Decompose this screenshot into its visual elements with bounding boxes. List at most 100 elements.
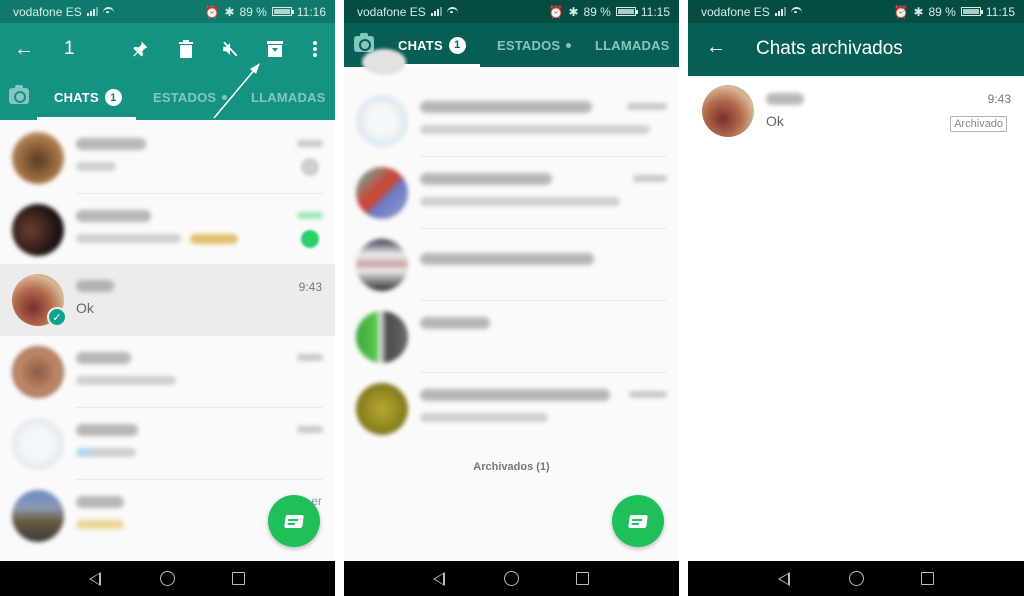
avatar-partial — [362, 49, 406, 75]
tab-estados[interactable]: ESTADOS — [153, 75, 228, 120]
chat-preview-blurred — [76, 162, 116, 171]
pin-icon[interactable] — [128, 37, 152, 61]
chat-row[interactable] — [344, 157, 679, 229]
chat-name-blurred — [420, 389, 610, 401]
chat-preview: Ok — [766, 113, 784, 129]
page-title: Chats archivados — [756, 38, 903, 59]
avatar — [12, 346, 64, 398]
chat-time-blurred — [297, 354, 323, 361]
back-icon[interactable]: ← — [706, 36, 726, 59]
chat-preview-blurred — [420, 413, 548, 422]
carrier-label: vodafone ES — [357, 4, 426, 19]
alarm-icon: ⏰ — [204, 4, 220, 19]
signal-icon — [86, 7, 98, 16]
battery-percent: 89 % — [928, 4, 956, 19]
chat-icon — [628, 514, 648, 528]
chat-name-blurred — [420, 101, 592, 113]
chat-time-blurred — [297, 140, 323, 147]
chat-time-blurred — [629, 391, 667, 398]
nav-back-icon[interactable] — [778, 572, 790, 586]
nav-recents-icon[interactable] — [232, 572, 245, 585]
clock: 11:15 — [985, 4, 1015, 19]
chat-row[interactable] — [344, 85, 679, 157]
tab-llamadas[interactable]: LLAMADAS — [595, 23, 670, 67]
chat-row[interactable] — [344, 373, 679, 445]
delete-icon[interactable] — [174, 37, 198, 61]
back-icon[interactable]: ← — [14, 38, 34, 61]
chat-time-blurred — [297, 212, 323, 219]
camera-icon[interactable] — [9, 85, 29, 104]
chat-time-blurred — [627, 103, 667, 110]
status-bar: vodafone ES ⏰ ✱ 89 % 11:15 — [688, 0, 1024, 23]
battery-percent: 89 % — [239, 4, 267, 19]
chat-list: ✓ 9:43 Ok er — [0, 120, 335, 561]
nav-home-icon[interactable] — [160, 571, 175, 586]
carrier-label: vodafone ES — [701, 4, 770, 19]
chat-preview-blurred — [420, 197, 620, 206]
avatar — [12, 132, 64, 184]
avatar — [12, 490, 64, 542]
app-bar: ← Chats archivados — [688, 23, 1024, 76]
tab-llamadas[interactable]: LLAMADAS — [251, 75, 326, 120]
chat-preview-blurred — [420, 125, 650, 134]
chat-time: 9:43 — [987, 92, 1011, 106]
chat-name-blurred — [76, 352, 131, 364]
more-icon[interactable] — [303, 37, 327, 61]
alarm-icon: ⏰ — [893, 4, 909, 19]
clock: 11:16 — [296, 4, 326, 19]
chat-name-blurred — [76, 496, 124, 508]
chat-row[interactable] — [0, 122, 335, 194]
selected-check-icon: ✓ — [47, 307, 67, 327]
archive-icon[interactable] — [263, 37, 287, 61]
tab-chats[interactable]: CHATS 1 — [398, 23, 466, 67]
chat-row[interactable] — [0, 336, 335, 408]
chat-row[interactable] — [0, 194, 335, 266]
camera-icon[interactable] — [354, 33, 374, 52]
new-chat-button[interactable] — [268, 495, 320, 547]
archived-chat-row[interactable]: 9:43 Ok Archivado — [688, 78, 1024, 150]
tab-estados[interactable]: ESTADOS — [497, 23, 572, 67]
nav-back-icon[interactable] — [433, 572, 445, 586]
nav-recents-icon[interactable] — [921, 572, 934, 585]
battery-icon — [615, 7, 638, 16]
emoji-blurred — [190, 234, 238, 244]
avatar — [702, 85, 754, 137]
chat-preview-blurred — [76, 448, 136, 457]
nav-home-icon[interactable] — [504, 571, 519, 586]
chat-row[interactable] — [344, 229, 679, 301]
mute-icon[interactable] — [218, 37, 242, 61]
chat-time: 9:43 — [298, 280, 322, 294]
chat-name-blurred — [766, 93, 804, 105]
nav-home-icon[interactable] — [849, 571, 864, 586]
chat-time-blurred — [297, 426, 323, 433]
selection-count: 1 — [64, 38, 75, 59]
chat-row-selected[interactable]: ✓ 9:43 Ok — [0, 264, 335, 336]
chat-name-blurred — [420, 317, 490, 329]
battery-icon — [271, 7, 294, 16]
avatar — [356, 167, 408, 219]
panel-chat-selection: vodafone ES ⏰ ✱ 89 % 11:16 ← 1 CHATS 1 E… — [0, 0, 335, 596]
wifi-icon — [446, 7, 458, 16]
alarm-icon: ⏰ — [548, 4, 564, 19]
chat-row[interactable] — [344, 301, 679, 373]
chat-name-blurred — [76, 210, 151, 222]
tab-chats[interactable]: CHATS 1 — [54, 75, 122, 120]
new-chat-button[interactable] — [612, 495, 664, 547]
wifi-icon — [102, 7, 114, 16]
avatar — [356, 383, 408, 435]
chat-row[interactable] — [0, 408, 335, 480]
signal-icon — [774, 7, 786, 16]
archived-tag: Archivado — [950, 116, 1007, 132]
chat-preview-blurred — [76, 520, 124, 529]
battery-percent: 89 % — [583, 4, 611, 19]
nav-back-icon[interactable] — [89, 572, 101, 586]
android-nav-bar — [0, 561, 335, 596]
avatar — [356, 311, 408, 363]
selection-action-bar: ← 1 — [0, 23, 335, 75]
archived-chats-link[interactable]: Archivados (1) — [344, 461, 679, 473]
chat-icon — [284, 514, 304, 528]
clock: 11:15 — [640, 4, 670, 19]
new-status-dot — [222, 95, 228, 100]
chat-preview-blurred — [76, 234, 181, 243]
nav-recents-icon[interactable] — [576, 572, 589, 585]
